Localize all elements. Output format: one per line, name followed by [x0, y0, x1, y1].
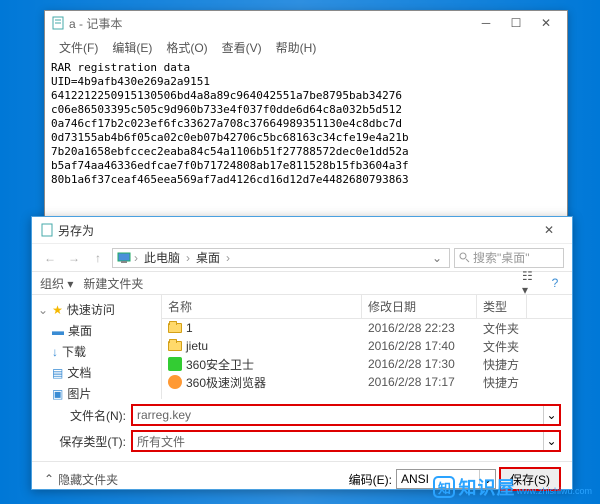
- watermark-logo: 知: [433, 476, 455, 498]
- desktop-icon: ▬: [52, 324, 64, 338]
- filetype-select[interactable]: 所有文件⌄: [132, 431, 560, 451]
- sidebar-header: 快速访问: [67, 301, 115, 318]
- sep-icon: ›: [223, 251, 233, 265]
- menu-view[interactable]: 查看(V): [216, 37, 268, 55]
- close-button[interactable]: ✕: [531, 12, 561, 34]
- search-box[interactable]: 搜索"桌面": [454, 248, 564, 268]
- col-type[interactable]: 类型: [477, 295, 527, 318]
- column-headers: 名称 修改日期 类型: [162, 295, 572, 319]
- encoding-label: 编码(E):: [349, 471, 392, 488]
- sidebar-item-documents[interactable]: ▤文档: [36, 362, 157, 383]
- watermark: 知 知识屋 www.zhishiwu.com: [433, 474, 592, 500]
- search-icon: [459, 252, 470, 263]
- file-row[interactable]: 360安全卫士2016/2/28 17:30快捷方: [162, 355, 572, 373]
- saveas-title: 另存为: [58, 222, 94, 239]
- watermark-url: www.zhishiwu.com: [516, 486, 592, 496]
- menu-edit[interactable]: 编辑(E): [106, 37, 158, 55]
- download-icon: ↓: [52, 345, 58, 359]
- sidebar: ⌄ ★ 快速访问 ▬桌面 ↓下载 ▤文档 ▣图片: [32, 295, 162, 399]
- maximize-button[interactable]: ☐: [501, 12, 531, 34]
- sidebar-item-downloads[interactable]: ↓下载: [36, 341, 157, 362]
- view-button[interactable]: ☷ ▾: [522, 275, 540, 291]
- filetype-label: 保存类型(T):: [44, 433, 132, 450]
- watermark-text: 知识屋: [458, 474, 515, 500]
- form-area: 文件名(N): rarreg.key⌄ 保存类型(T): 所有文件⌄: [32, 399, 572, 461]
- chevron-up-icon: ⌃: [44, 472, 54, 486]
- pc-icon: [117, 252, 131, 264]
- notepad-menubar: 文件(F) 编辑(E) 格式(O) 查看(V) 帮助(H): [45, 35, 567, 57]
- chevron-down-icon[interactable]: ⌄: [543, 406, 559, 424]
- back-button[interactable]: ←: [40, 248, 60, 268]
- saveas-close-button[interactable]: ✕: [534, 219, 564, 241]
- bc-desktop[interactable]: 桌面: [193, 249, 223, 266]
- col-name[interactable]: 名称: [162, 295, 362, 318]
- star-icon: ★: [52, 303, 63, 317]
- sep-icon: ›: [131, 251, 141, 265]
- folder-icon: [168, 341, 182, 351]
- sidebar-item-pictures[interactable]: ▣图片: [36, 383, 157, 404]
- chevron-down-icon: ⌄: [38, 303, 48, 317]
- saveas-icon: [40, 223, 54, 237]
- notepad-title: a - 记事本: [69, 15, 122, 32]
- picture-icon: ▣: [52, 387, 63, 401]
- bc-pc[interactable]: 此电脑: [141, 249, 183, 266]
- forward-button[interactable]: →: [64, 248, 84, 268]
- menu-format[interactable]: 格式(O): [160, 37, 213, 55]
- organize-button[interactable]: 组织 ▾: [40, 275, 73, 292]
- document-icon: ▤: [52, 366, 63, 380]
- filename-label: 文件名(N):: [44, 407, 132, 424]
- saveas-titlebar: 另存为 ✕: [32, 217, 572, 243]
- file-list: 名称 修改日期 类型 12016/2/28 22:23文件夹 jietu2016…: [162, 295, 572, 399]
- sep-icon: ›: [183, 251, 193, 265]
- newfolder-button[interactable]: 新建文件夹: [83, 275, 143, 292]
- notepad-icon: [51, 16, 65, 30]
- menu-help[interactable]: 帮助(H): [270, 37, 323, 55]
- file-row[interactable]: jietu2016/2/28 17:40文件夹: [162, 337, 572, 355]
- up-button[interactable]: ↑: [88, 248, 108, 268]
- sidebar-item-desktop[interactable]: ▬桌面: [36, 320, 157, 341]
- search-placeholder: 搜索"桌面": [473, 249, 530, 266]
- bc-dropdown[interactable]: ⌄: [429, 251, 445, 265]
- sidebar-quick-access[interactable]: ⌄ ★ 快速访问: [36, 299, 157, 320]
- filename-input[interactable]: rarreg.key⌄: [132, 405, 560, 425]
- chevron-down-icon[interactable]: ⌄: [543, 432, 559, 450]
- saveas-dialog: 另存为 ✕ ← → ↑ › 此电脑 › 桌面 › ⌄ 搜索"桌面" 组织 ▾ 新…: [31, 216, 573, 490]
- hide-folders-button[interactable]: ⌃隐藏文件夹: [44, 471, 118, 488]
- breadcrumb[interactable]: › 此电脑 › 桌面 › ⌄: [112, 248, 450, 268]
- file-row[interactable]: 12016/2/28 22:23文件夹: [162, 319, 572, 337]
- minimize-button[interactable]: ─: [471, 12, 501, 34]
- file-row[interactable]: 360极速浏览器2016/2/28 17:17快捷方: [162, 373, 572, 391]
- notepad-content[interactable]: RAR registration data UID=4b9afb430e269a…: [45, 57, 567, 191]
- help-button[interactable]: ?: [546, 275, 564, 291]
- col-date[interactable]: 修改日期: [362, 295, 477, 318]
- app-icon: [168, 375, 182, 389]
- menu-file[interactable]: 文件(F): [53, 37, 104, 55]
- notepad-titlebar: a - 记事本 ─ ☐ ✕: [45, 11, 567, 35]
- notepad-window: a - 记事本 ─ ☐ ✕ 文件(F) 编辑(E) 格式(O) 查看(V) 帮助…: [44, 10, 568, 240]
- app-icon: [168, 357, 182, 371]
- toolbar: 组织 ▾ 新建文件夹 ☷ ▾ ?: [32, 271, 572, 295]
- folder-icon: [168, 323, 182, 333]
- nav-bar: ← → ↑ › 此电脑 › 桌面 › ⌄ 搜索"桌面": [32, 243, 572, 271]
